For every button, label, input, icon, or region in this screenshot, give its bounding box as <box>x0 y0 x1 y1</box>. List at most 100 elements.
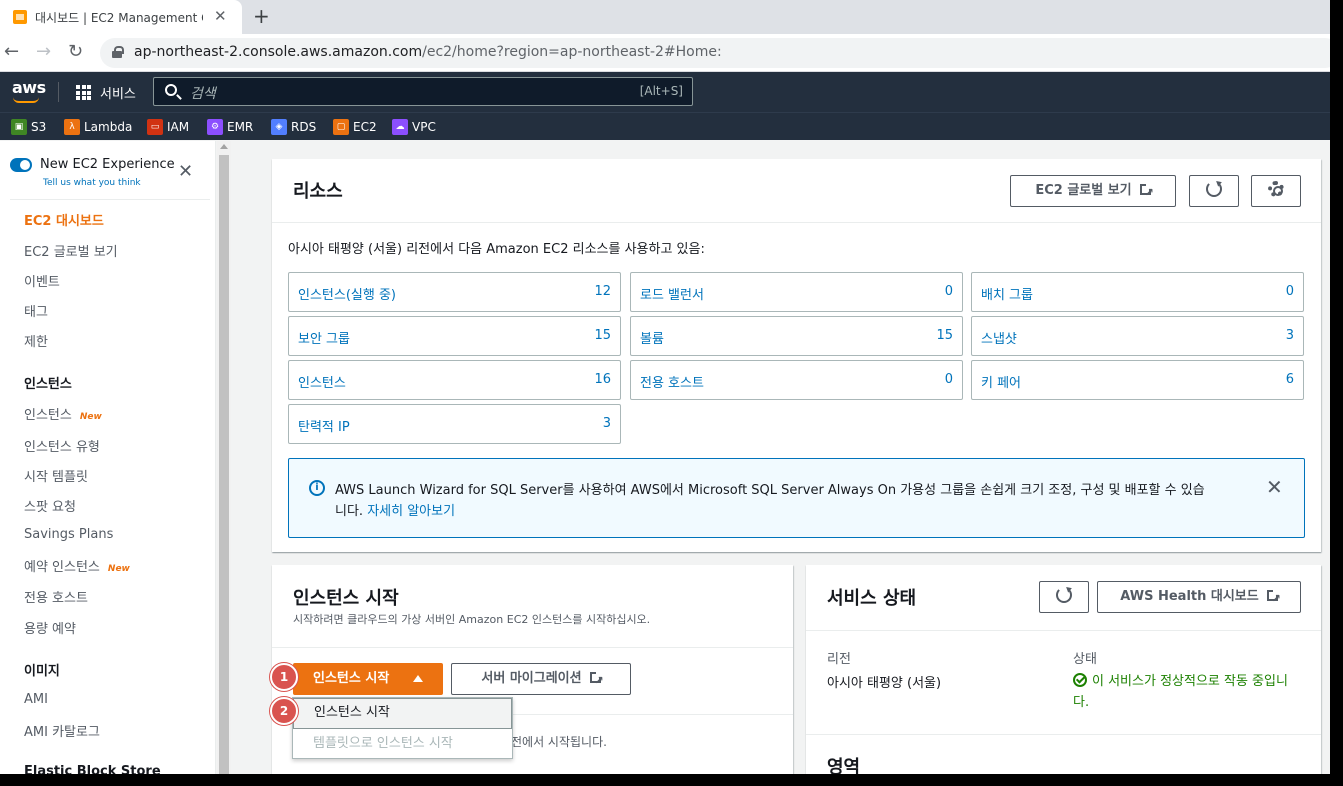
resource-cell[interactable]: 로드 밸런서 0 <box>630 272 963 312</box>
browser-window: 대시보드 | EC2 Management Co ✕ + ← → ↻ ap-no… <box>0 0 1330 774</box>
service-health-title: 서비스 상태 <box>827 588 917 609</box>
status-value: 이 서비스가 정상적으로 작동 중입니다. <box>1073 673 1288 710</box>
forward-icon[interactable]: → <box>36 41 51 62</box>
sidebar-item-events[interactable]: 이벤트 <box>24 271 60 290</box>
sidebar-item-ami-catalog[interactable]: AMI 카탈로그 <box>24 721 100 740</box>
search-shortcut: [Alt+S] <box>639 84 683 98</box>
search-input[interactable]: 검색 [Alt+S] <box>153 77 693 106</box>
sidebar-item-savings-plans[interactable]: Savings Plans <box>24 527 113 542</box>
sidebar-item-launch-templates[interactable]: 시작 템플릿 <box>24 466 88 485</box>
check-circle-icon <box>1073 673 1087 687</box>
dropdown-item-launch-instance[interactable]: 인스턴스 시작 <box>293 698 512 729</box>
sidebar-item-limits[interactable]: 제한 <box>24 331 48 350</box>
sidebar-divider <box>10 199 210 200</box>
new-badge: New <box>107 564 130 574</box>
info-icon: i <box>309 480 325 496</box>
info-text: AWS Launch Wizard for SQL Server를 사용하여 A… <box>335 483 1205 498</box>
launch-title: 인스턴스 시작 <box>293 588 399 609</box>
zones-title: 영역 <box>827 757 861 774</box>
dropdown-item-launch-from-template[interactable]: 템플릿으로 인스턴스 시작 <box>293 729 512 759</box>
gear-icon <box>1268 181 1284 197</box>
sidebar-item-tags[interactable]: 태그 <box>24 301 48 320</box>
tell-us-link[interactable]: Tell us what you think <box>43 178 141 188</box>
status-label: 상태 <box>1073 652 1097 667</box>
resource-cell[interactable]: 전용 호스트 0 <box>630 360 963 400</box>
resource-cell[interactable]: 탄력적 IP 3 <box>288 404 621 444</box>
region-value: 아시아 태평양 (서울) <box>827 676 942 691</box>
browser-tab[interactable]: 대시보드 | EC2 Management Co ✕ <box>0 0 242 34</box>
step-marker-2: 2 <box>270 697 298 725</box>
sidebar-item-global-view[interactable]: EC2 글로벌 보기 <box>24 241 118 260</box>
settings-button[interactable] <box>1251 175 1301 207</box>
aws-health-dashboard-button[interactable]: AWS Health 대시보드 <box>1097 581 1301 614</box>
ec2-icon: ▢ <box>333 119 349 135</box>
sidebar-scrollbar[interactable] <box>217 141 231 774</box>
sidebar-item-dedicated-hosts[interactable]: 전용 호스트 <box>24 587 88 606</box>
info-text-cont: 니다. 자세히 알아보기 <box>335 504 456 519</box>
sidebar-item-instance-types[interactable]: 인스턴스 유형 <box>24 436 100 455</box>
reload-icon[interactable]: ↻ <box>68 41 83 62</box>
header-divider <box>58 82 59 102</box>
learn-more-link[interactable]: 자세히 알아보기 <box>367 504 455 519</box>
external-link-icon <box>1139 178 1154 208</box>
vpc-icon: ☁ <box>392 119 408 135</box>
iam-icon: ▭ <box>147 119 163 135</box>
external-link-icon <box>589 666 604 696</box>
tab-strip: 대시보드 | EC2 Management Co ✕ + <box>0 0 1330 34</box>
aws-smile-icon <box>13 97 39 103</box>
tab-title: 대시보드 | EC2 Management Co <box>35 11 203 25</box>
step-marker-1: 1 <box>270 663 298 691</box>
new-experience-toggle[interactable] <box>10 158 32 172</box>
scrollbar-thumb[interactable] <box>219 155 229 774</box>
panel-divider <box>806 734 1321 735</box>
resource-cell[interactable]: 볼륨 15 <box>630 316 963 356</box>
rds-icon: ◈ <box>271 119 287 135</box>
new-badge: New <box>79 412 102 422</box>
address-bar[interactable]: ap-northeast-2.console.aws.amazon.com/ec… <box>100 38 1330 68</box>
close-icon[interactable]: ✕ <box>1266 477 1283 497</box>
sidebar-item-reserved-instances[interactable]: 예약 인스턴스 New <box>24 556 130 575</box>
refresh-icon <box>1056 587 1072 603</box>
resources-title: 리소스 <box>293 181 343 202</box>
new-tab-icon[interactable]: + <box>253 4 270 28</box>
refresh-button[interactable] <box>1039 581 1089 613</box>
resource-cell[interactable]: 인스턴스 16 <box>288 360 621 400</box>
resource-cell[interactable]: 스냅샷 3 <box>971 316 1304 356</box>
sidebar-item-ami[interactable]: AMI <box>24 692 48 707</box>
tab-close-icon[interactable]: ✕ <box>214 7 227 25</box>
resource-cell[interactable]: 배치 그룹 0 <box>971 272 1304 312</box>
favorites-bar: ▣ S3 λ Lambda ▭ IAM ⚙ EMR ◈ RDS ▢ EC2 ☁ … <box>0 112 1330 140</box>
resource-cell[interactable]: 인스턴스(실행 중) 12 <box>288 272 621 312</box>
aws-console-header: aws 서비스 검색 [Alt+S] <box>0 72 1330 112</box>
launch-instance-button[interactable]: 인스턴스 시작 <box>293 663 443 695</box>
refresh-icon <box>1206 181 1222 197</box>
back-icon[interactable]: ← <box>4 41 19 62</box>
panel-divider <box>272 647 793 648</box>
search-placeholder: 검색 <box>190 86 216 102</box>
launch-dropdown-menu: 인스턴스 시작 템플릿으로 인스턴스 시작 <box>292 697 513 759</box>
new-experience-label: New EC2 Experience <box>40 157 175 172</box>
sidebar-item-instances[interactable]: 인스턴스 New <box>24 404 102 423</box>
sidebar: New EC2 Experience Tell us what you thin… <box>0 141 216 774</box>
lock-icon <box>112 46 124 58</box>
sidebar-item-ec2-dashboard[interactable]: EC2 대시보드 <box>24 210 104 229</box>
sidebar-section-instances[interactable]: 인스턴스 <box>24 373 72 392</box>
s3-icon: ▣ <box>11 119 27 135</box>
launch-subtitle: 시작하려면 클라우드의 가상 서버인 Amazon EC2 인스턴스를 시작하십… <box>293 613 651 626</box>
emr-icon: ⚙ <box>207 119 223 135</box>
sidebar-section-images[interactable]: 이미지 <box>24 660 60 679</box>
sidebar-section-ebs[interactable]: Elastic Block Store <box>24 764 161 774</box>
resource-cell[interactable]: 보안 그룹 15 <box>288 316 621 356</box>
server-migration-button[interactable]: 서버 마이그레이션 <box>451 663 631 696</box>
scroll-up-icon[interactable] <box>220 144 228 149</box>
panel-divider <box>272 222 1321 223</box>
aws-logo[interactable]: aws <box>12 78 46 103</box>
resource-cell[interactable]: 키 페어 6 <box>971 360 1304 400</box>
global-view-button[interactable]: EC2 글로벌 보기 <box>1010 175 1176 208</box>
sidebar-item-spot-requests[interactable]: 스팟 요청 <box>24 496 76 515</box>
close-icon[interactable]: ✕ <box>178 163 193 181</box>
search-icon <box>165 84 177 96</box>
sidebar-item-capacity-reservations[interactable]: 용량 예약 <box>24 618 76 637</box>
services-label: 서비스 <box>100 87 136 102</box>
refresh-button[interactable] <box>1189 175 1239 207</box>
